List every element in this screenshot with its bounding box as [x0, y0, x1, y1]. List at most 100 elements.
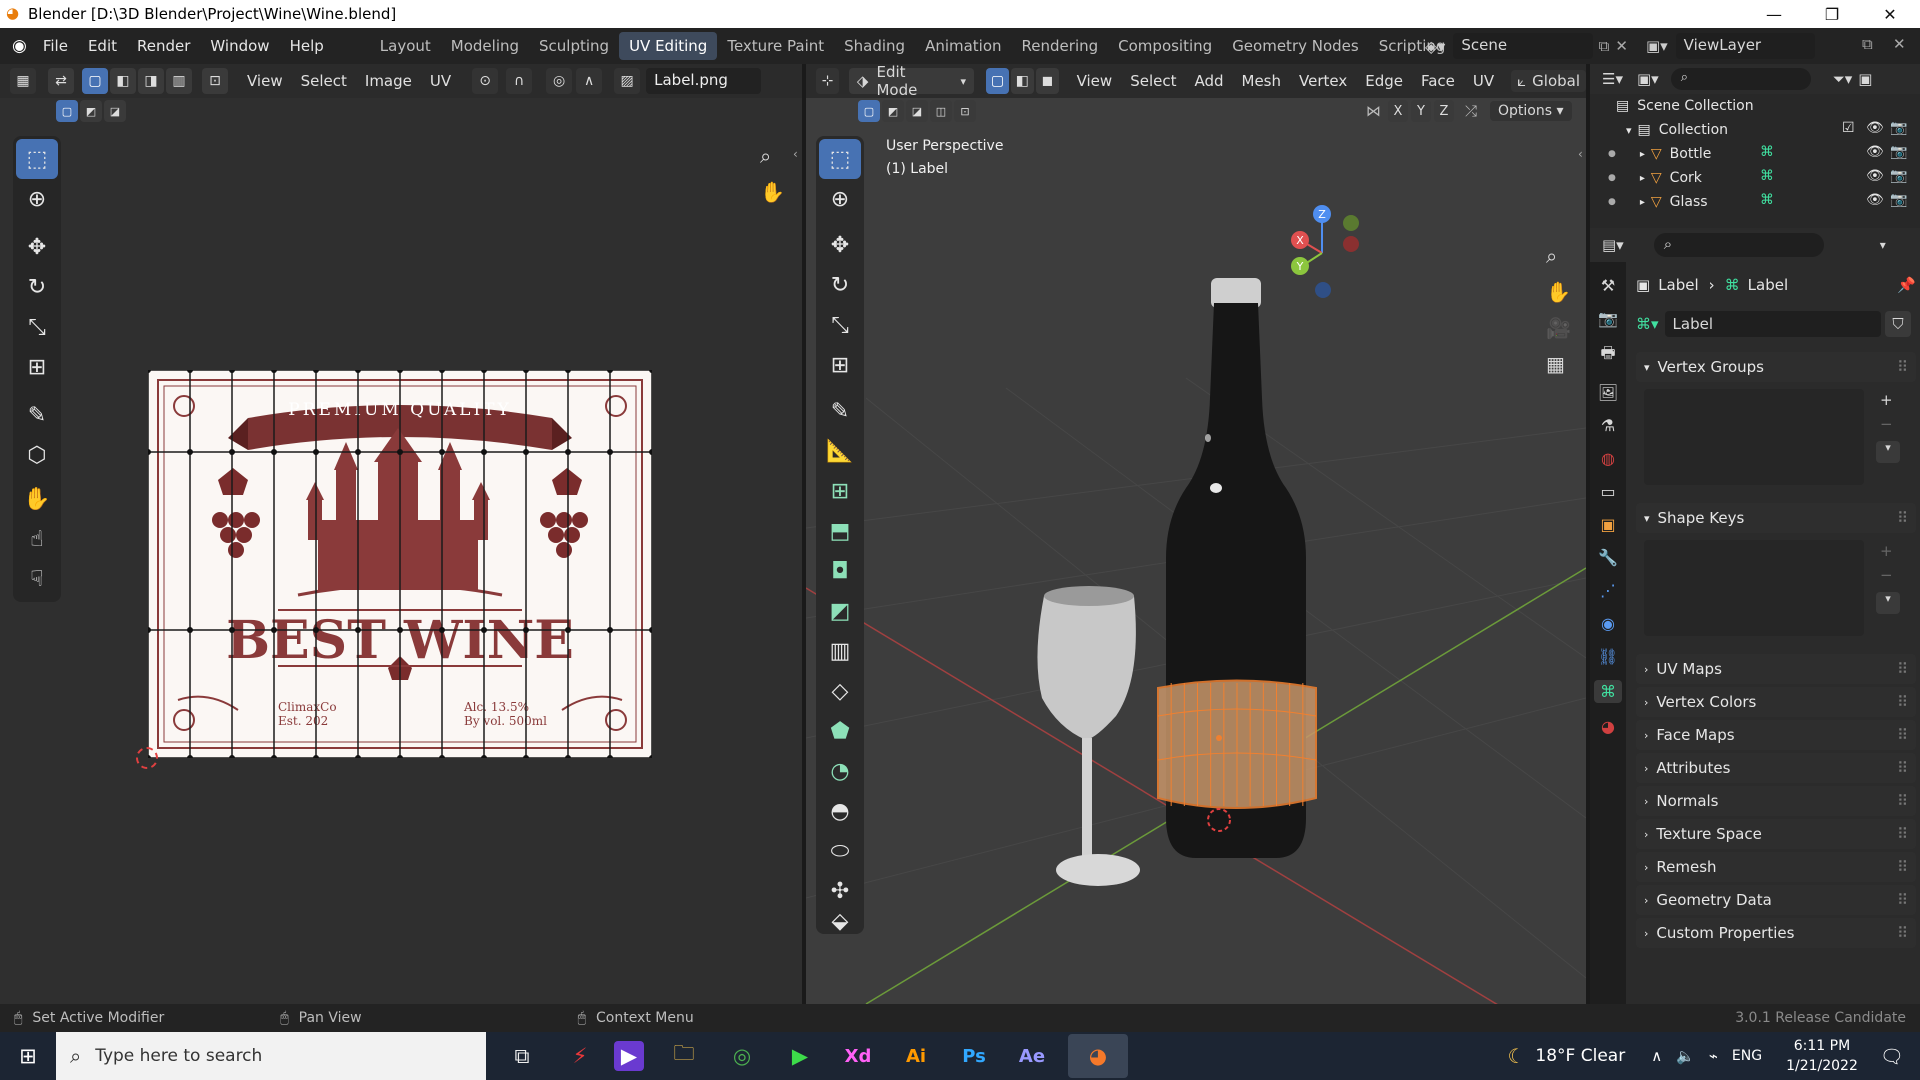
vp-menu-edge[interactable]: Edge — [1356, 72, 1412, 90]
file-explorer-icon[interactable]: 🗀 — [662, 1034, 706, 1078]
particles-tab-icon[interactable]: ⋰ — [1600, 581, 1616, 600]
uv-vertex[interactable] — [523, 627, 529, 633]
uv-vertex[interactable] — [271, 755, 277, 758]
outliner-search-input[interactable]: ⌕ — [1670, 68, 1811, 90]
task-view-icon[interactable]: ⧉ — [500, 1034, 544, 1078]
outliner-editor-icon[interactable]: ☰▾ — [1602, 70, 1623, 88]
uv-vertex[interactable] — [481, 627, 487, 633]
uv-vertex[interactable] — [313, 755, 319, 758]
delete-view-layer-icon[interactable]: ✕ — [1893, 35, 1906, 53]
output-tab-icon[interactable]: 🖶 — [1600, 342, 1615, 369]
relax-tool-icon[interactable]: ☝ — [16, 519, 58, 559]
rip-tool-icon[interactable]: ⬡ — [16, 435, 58, 475]
vp-pan-icon[interactable]: ✋ — [1546, 280, 1571, 304]
uv-vertex[interactable] — [187, 755, 193, 758]
uv-vertex[interactable] — [565, 449, 571, 455]
uv-vertex[interactable] — [607, 449, 613, 455]
uv-menu-image[interactable]: Image — [356, 72, 421, 90]
vp-select-box-tool-icon[interactable]: ⬚ — [819, 139, 861, 179]
uv-menu-select[interactable]: Select — [292, 72, 356, 90]
proportional-edit-icon[interactable]: ◎ — [546, 68, 573, 94]
uv-vertex[interactable] — [481, 755, 487, 758]
chrome-icon[interactable]: ◎ — [720, 1034, 764, 1078]
uv-vertex[interactable] — [397, 370, 403, 373]
render-icon[interactable]: 📷 — [1890, 192, 1907, 208]
new-scene-icon[interactable]: ⧉ — [1599, 37, 1610, 55]
menu-render[interactable]: Render — [127, 37, 200, 55]
uv-vertex[interactable] — [229, 627, 235, 633]
properties-editor-icon[interactable]: ▤▾ — [1602, 236, 1624, 254]
uv-vertex[interactable] — [439, 627, 445, 633]
sidebar-toggle-icon[interactable]: ‹ — [793, 147, 798, 161]
visibility-icon[interactable]: 👁 — [1866, 192, 1884, 208]
uv-vertex[interactable] — [523, 449, 529, 455]
collection-tab-icon[interactable]: ▭ — [1600, 482, 1615, 501]
uv-vertex[interactable] — [649, 627, 652, 633]
edge-mode-icon[interactable]: ◧ — [1010, 68, 1034, 94]
expand-arrow-icon[interactable]: ▸ — [1640, 149, 1645, 160]
play-app-icon[interactable]: ▶ — [778, 1034, 822, 1078]
uv-vertex[interactable] — [439, 370, 445, 373]
drag-handle-icon[interactable]: ⠿ — [1897, 726, 1908, 744]
mesh-name-field[interactable]: Label — [1664, 311, 1881, 337]
move-tool-icon[interactable]: ✥ — [16, 227, 58, 267]
expand-arrow-icon[interactable]: ▸ — [1640, 197, 1645, 208]
close-button[interactable]: ✕ — [1861, 0, 1919, 28]
tab-layout[interactable]: Layout — [370, 32, 441, 60]
mode-selector[interactable]: ⬗ Edit Mode ▾ — [848, 63, 974, 99]
poly-build-tool-icon[interactable]: ⬟ — [819, 711, 861, 751]
select-extend-icon[interactable]: ◩ — [80, 100, 102, 122]
shrink-fatten-tool-icon[interactable]: ✣ — [819, 871, 861, 911]
blender-app-icon[interactable]: ◕ — [1068, 1034, 1128, 1078]
transform-orientation[interactable]: ⟀ Global — [1511, 70, 1587, 92]
tab-animation[interactable]: Animation — [915, 32, 1011, 60]
uv-vertex[interactable] — [397, 755, 403, 758]
tab-sculpting[interactable]: Sculpting — [529, 32, 619, 60]
visibility-icon[interactable]: 👁 — [1866, 144, 1884, 160]
mesh-data-icon[interactable]: ⌘ — [1760, 192, 1774, 208]
view-layer-tab-icon[interactable]: 🖼 — [1598, 383, 1618, 402]
uv-vertex[interactable] — [439, 755, 445, 758]
pin-icon[interactable]: 📌 — [1897, 276, 1916, 294]
uv-vertex[interactable] — [271, 370, 277, 373]
snap-icon[interactable]: ∩ — [506, 68, 533, 94]
render-icon[interactable]: 📷 — [1890, 168, 1907, 184]
vp-menu-view[interactable]: View — [1068, 72, 1122, 90]
drag-handle-icon[interactable]: ⠿ — [1897, 693, 1908, 711]
remove-vertex-group-icon[interactable]: − — [1880, 415, 1893, 433]
scene-name-field[interactable]: Scene — [1453, 33, 1593, 59]
vp-annotate-tool-icon[interactable]: ✎ — [819, 391, 861, 431]
pivot-icon[interactable]: ⊙ — [472, 68, 499, 94]
add-cube-tool-icon[interactable]: ⊞ — [819, 471, 861, 511]
panel-vertex-colors[interactable]: › Vertex Colors ⠿ — [1636, 687, 1916, 717]
sticky-select-icon[interactable]: ⊡ — [202, 68, 228, 94]
collection-render-icon[interactable]: 📷 — [1890, 120, 1907, 136]
after-effects-app-icon[interactable]: Ae — [1010, 1034, 1054, 1078]
specials-menu-icon[interactable]: ▾ — [1876, 441, 1900, 463]
uv-vertex[interactable] — [355, 627, 361, 633]
world-tab-icon[interactable]: ◍ — [1601, 449, 1615, 468]
edge-select-icon[interactable]: ◧ — [110, 68, 136, 94]
shape-keys-list[interactable] — [1644, 540, 1864, 636]
smooth-tool-icon[interactable]: ◓ — [819, 791, 861, 831]
uv-menu-uv[interactable]: UV — [421, 72, 460, 90]
vp-scale-tool-icon[interactable]: ⤡ — [819, 305, 861, 345]
tray-chevron-icon[interactable]: ∧ — [1651, 1047, 1662, 1065]
uv-vertex[interactable] — [397, 449, 403, 455]
uv-vertex[interactable] — [187, 627, 193, 633]
face-mode-icon[interactable]: ◼ — [1035, 68, 1059, 94]
outliner-scene-collection[interactable]: ▤ Scene Collection — [1590, 94, 1920, 118]
new-view-layer-icon[interactable]: ⧉ — [1862, 35, 1873, 53]
mesh-data-icon[interactable]: ⌘ — [1760, 168, 1774, 184]
pan-icon[interactable]: ✋ — [760, 180, 785, 204]
inset-tool-icon[interactable]: ◘ — [819, 551, 861, 591]
display-mode-icon[interactable]: ▣▾ — [1637, 70, 1659, 88]
bevel-tool-icon[interactable]: ◩ — [819, 591, 861, 631]
uv-vertex[interactable] — [229, 449, 235, 455]
uv-vertex[interactable] — [187, 370, 193, 373]
visibility-icon[interactable]: 👁 — [1866, 168, 1884, 184]
vp-menu-select[interactable]: Select — [1121, 72, 1185, 90]
collapse-icon[interactable]: ▾ — [1626, 124, 1632, 137]
edge-slide-tool-icon[interactable]: ⬭ — [819, 831, 861, 871]
uv-vertex[interactable] — [271, 627, 277, 633]
